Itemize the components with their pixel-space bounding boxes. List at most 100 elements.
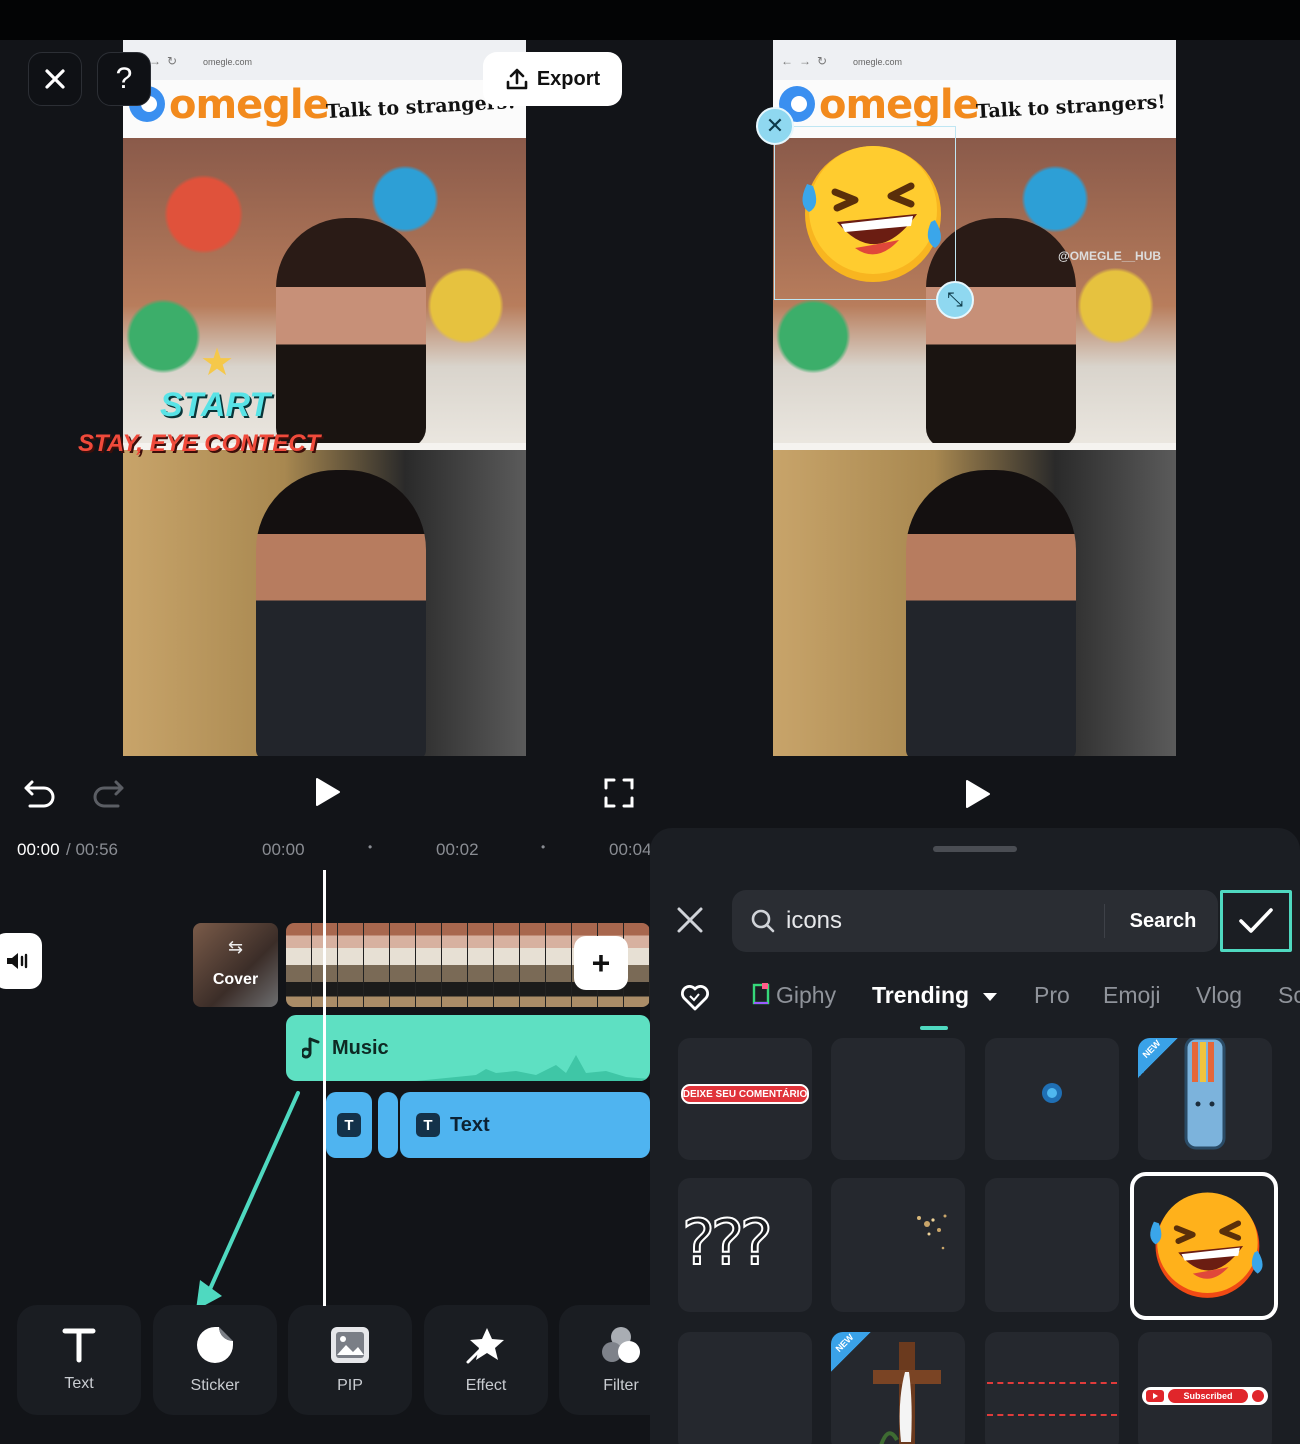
sticker-icon: [197, 1327, 233, 1363]
sticker-category-tabs: Giphy Trending Pro Emoji Vlog Sc: [650, 976, 1300, 1036]
text-clip-thin[interactable]: [378, 1092, 398, 1158]
time-marker: 00:02: [436, 840, 479, 859]
tab-vlog[interactable]: Vlog: [1196, 982, 1242, 1009]
checkmark-icon: [1239, 908, 1273, 933]
star-sticker[interactable]: ★: [200, 340, 234, 385]
active-tab-indicator: [920, 1026, 948, 1030]
confirm-button[interactable]: [1220, 890, 1292, 952]
sticker-sheet: Search Giphy Trending Pro Emoji Vlog Sc …: [650, 828, 1300, 1444]
mute-button[interactable]: [0, 933, 42, 989]
dashed-frame-sticker: [987, 1382, 1117, 1416]
person-figure: [255, 470, 426, 756]
effect-tool-label: Effect: [465, 1377, 507, 1394]
export-button[interactable]: Export: [483, 52, 622, 106]
filter-tool-label: Filter: [603, 1377, 639, 1394]
effect-tool[interactable]: Effect: [424, 1305, 548, 1415]
effect-icon: [466, 1328, 504, 1364]
sticker-tile[interactable]: Subscribed: [1138, 1332, 1272, 1444]
sticker-tile[interactable]: [678, 1332, 812, 1444]
bell-icon: [1252, 1390, 1264, 1402]
playhead[interactable]: [323, 870, 326, 1306]
sticker-tile[interactable]: ???: [678, 1178, 812, 1312]
sticker-picker-panel: ←→↻ omegle.com omegle Talk to strangers!…: [650, 40, 1300, 1444]
laughing-emoji-sticker: [1150, 1192, 1263, 1298]
sticker-tile[interactable]: [831, 1038, 965, 1160]
filter-icon: [602, 1327, 640, 1363]
video-frame-bottom: [123, 450, 526, 756]
music-note-icon: [302, 1037, 320, 1059]
search-button[interactable]: Search: [1108, 890, 1218, 952]
close-button[interactable]: [28, 52, 82, 106]
swap-icon: ⇆: [227, 937, 244, 957]
tab-trending-label: Trending: [872, 982, 970, 1008]
sticker-tile[interactable]: NEW: [1138, 1038, 1272, 1160]
watermark-text: @OMEGLE__HUB: [1058, 249, 1162, 263]
text-icon: [62, 1328, 96, 1363]
undo-icon[interactable]: [22, 776, 58, 808]
cross-sticker: [873, 1342, 941, 1444]
favorites-heart-icon[interactable]: [680, 984, 710, 1012]
tab-giphy-label: Giphy: [776, 982, 837, 1008]
tab-pro[interactable]: Pro: [1034, 982, 1070, 1009]
start-text-overlay[interactable]: START: [160, 386, 270, 425]
text-badge-icon: T: [416, 1113, 440, 1137]
redo-icon[interactable]: [90, 776, 126, 808]
play-icon[interactable]: [962, 778, 992, 810]
resize-sticker-handle[interactable]: ⤡: [936, 281, 974, 319]
sticker-tile[interactable]: DEIXE SEU COMENTÁRIO: [678, 1038, 812, 1160]
tick-dot: •: [541, 840, 546, 854]
sticker-tool[interactable]: Sticker: [153, 1305, 277, 1415]
text-badge-icon: T: [337, 1113, 361, 1137]
filter-tool[interactable]: Filter: [559, 1305, 650, 1415]
close-icon[interactable]: [676, 906, 704, 934]
total-duration: / 00:56: [66, 840, 118, 859]
fullscreen-icon[interactable]: [604, 778, 634, 808]
remove-sticker-button[interactable]: ✕: [756, 107, 794, 145]
new-badge: NEW: [831, 1332, 871, 1372]
omegle-logo: omegle: [169, 82, 330, 128]
add-clip-button[interactable]: +: [574, 936, 628, 990]
search-input[interactable]: [786, 890, 1086, 952]
browser-bar: ←→↻ omegle.com: [773, 40, 1176, 80]
text-clip-small[interactable]: T: [326, 1092, 372, 1158]
cover-thumbnail[interactable]: ⇆ Cover: [193, 923, 278, 1007]
youtube-icon: [1146, 1390, 1164, 1402]
sticker-tile-selected[interactable]: [1130, 1172, 1278, 1320]
status-bar: [0, 0, 1300, 40]
music-clip[interactable]: Music: [286, 1015, 650, 1081]
text-tool[interactable]: Text: [17, 1305, 141, 1415]
help-button[interactable]: ?: [97, 52, 151, 106]
subscribed-text: Subscribed: [1168, 1389, 1248, 1403]
blue-globe-sticker: [1042, 1083, 1062, 1103]
tab-trending[interactable]: Trending: [872, 982, 998, 1009]
music-label: Music: [332, 1036, 389, 1059]
person-figure: [905, 470, 1076, 756]
omegle-header: omegle Talk to strangers!: [123, 80, 526, 138]
text-clip[interactable]: T Text: [400, 1092, 650, 1158]
tab-giphy[interactable]: Giphy: [752, 982, 836, 1009]
sticker-tile[interactable]: [985, 1038, 1119, 1160]
video-frame-bottom: [773, 450, 1176, 756]
drag-handle[interactable]: [933, 846, 1017, 852]
browser-nav-icons: ←→↻: [781, 54, 834, 68]
tick-dot: •: [368, 840, 373, 854]
bottom-toolbar: Text Sticker PIP Effect Filter: [0, 1303, 650, 1423]
tab-emoji[interactable]: Emoji: [1103, 982, 1161, 1009]
sticker-selection-box[interactable]: [774, 126, 956, 300]
subscribed-sticker: Subscribed: [1142, 1387, 1268, 1405]
time-marker: 00:04: [609, 840, 650, 859]
pip-tool-label: PIP: [337, 1377, 363, 1394]
play-icon[interactable]: [312, 776, 342, 808]
eye-contact-text-overlay[interactable]: STAY, EYE CONTECT: [78, 430, 320, 458]
cover-label: Cover: [212, 971, 259, 988]
sticker-tile[interactable]: [985, 1178, 1119, 1312]
sticker-tile[interactable]: [985, 1332, 1119, 1444]
tab-more[interactable]: Sc: [1278, 982, 1300, 1009]
time-marker: 00:00: [262, 840, 305, 859]
close-icon: ✕: [765, 113, 785, 138]
sticker-tile[interactable]: [831, 1178, 965, 1312]
sticker-tile[interactable]: NEW: [831, 1332, 965, 1444]
omegle-tagline: Talk to strangers!: [975, 91, 1167, 123]
pip-tool[interactable]: PIP: [288, 1305, 412, 1415]
text-tool-label: Text: [64, 1375, 94, 1392]
